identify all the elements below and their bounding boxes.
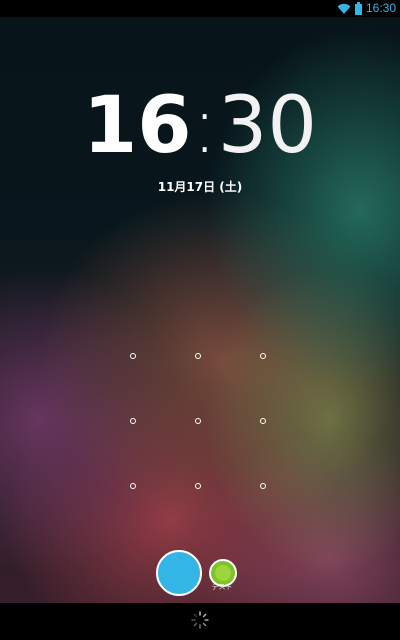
- pattern-dot-4[interactable]: [130, 418, 136, 424]
- battery-icon: [354, 2, 362, 15]
- green-app-icon: [215, 565, 231, 581]
- loading-spinner-icon: [190, 610, 210, 630]
- lock-screen: 16:30 16:30 11月17日 (土) テスト: [0, 0, 400, 640]
- blue-unlock-target[interactable]: [156, 550, 202, 596]
- status-bar: 16:30: [0, 0, 400, 17]
- clock-separator: :: [191, 81, 218, 171]
- pattern-dot-3[interactable]: [260, 353, 266, 359]
- clock-hours: 16: [82, 81, 192, 171]
- pattern-dot-8[interactable]: [195, 483, 201, 489]
- wifi-icon: [337, 3, 351, 15]
- pattern-dot-6[interactable]: [260, 418, 266, 424]
- pattern-dot-1[interactable]: [130, 353, 136, 359]
- status-icons: 16:30: [337, 0, 396, 17]
- lockscreen-clock: 16:30: [0, 78, 400, 174]
- green-app-label: テスト: [211, 583, 233, 591]
- pattern-dot-7[interactable]: [130, 483, 136, 489]
- pattern-dot-5[interactable]: [195, 418, 201, 424]
- status-time: 16:30: [365, 1, 396, 15]
- lockscreen-date: 11月17日 (土): [157, 180, 243, 194]
- clock-minutes: 30: [217, 81, 318, 171]
- pattern-dot-2[interactable]: [195, 353, 201, 359]
- pattern-lock-grid[interactable]: [100, 323, 296, 519]
- pattern-dot-9[interactable]: [260, 483, 266, 489]
